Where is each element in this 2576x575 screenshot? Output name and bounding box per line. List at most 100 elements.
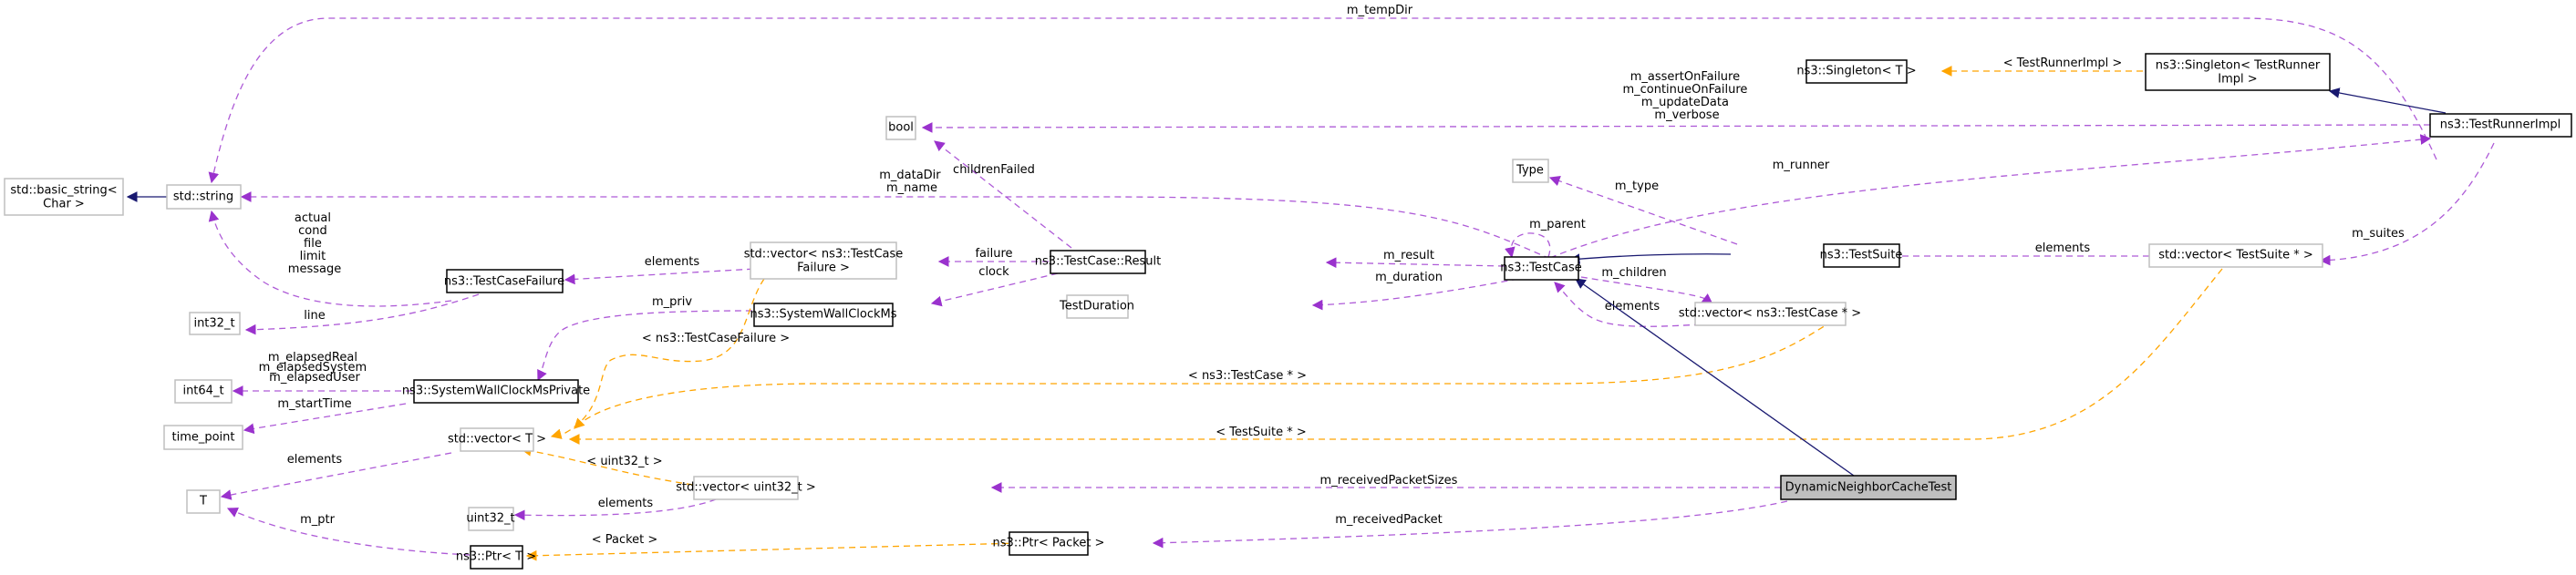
node-vector-test-case-ptr[interactable]: std::vector< ns3::TestCase * > [1679, 302, 1861, 326]
node-time-point[interactable]: time_point [163, 425, 243, 450]
node-label: ns3::TestCase::Result [1035, 255, 1161, 269]
node-vector-uint32-t[interactable]: std::vector< uint32_t > [676, 476, 816, 500]
edge-label-m-parent: m_parent [1529, 218, 1586, 231]
node-vector-T[interactable]: std::vector< T > [448, 427, 546, 452]
node-label: ns3::Singleton< T > [1796, 65, 1916, 78]
edge-label-m-type: m_type [1615, 180, 1659, 193]
edge-label-m-result: m_result [1383, 249, 1434, 262]
edge-m-tempdir [208, 17, 2437, 184]
node-basic-string[interactable]: std::basic_string< Char > [4, 178, 124, 216]
node-label-line-2: Failure > [797, 262, 850, 275]
edge-label-clock: clock [978, 265, 1009, 279]
node-vector-test-suite-ptr[interactable]: std::vector< TestSuite * > [2148, 243, 2323, 268]
edge-bool-members [921, 122, 2431, 133]
node-singleton-test-runner-impl[interactable]: ns3::Singleton< TestRunner Impl > [2145, 53, 2331, 91]
edge-m-runner [1549, 134, 2432, 259]
node-uint32-t[interactable]: uint32_t [466, 507, 515, 531]
label-line: message [288, 262, 341, 276]
edge-inherit-singleton [2328, 87, 2447, 114]
node-test-runner-impl[interactable]: ns3::TestRunnerImpl [2429, 113, 2572, 138]
edge-label-packet-template: < Packet > [592, 533, 658, 547]
edge-label-m-duration: m_duration [1375, 271, 1443, 284]
edge-label-elements-uint32: elements [598, 497, 654, 510]
node-ptr-T[interactable]: ns3::Ptr< T > [456, 545, 536, 570]
edge-label-uint32-template: < uint32_t > [586, 455, 662, 468]
collaboration-graph: m_tempDir m_assertOnFailure m_continueOn… [4, 4, 2572, 570]
edge-m-result [1325, 257, 1505, 269]
edge-label-m-tempdir: m_tempDir [1347, 4, 1413, 17]
node-test-case-failure[interactable]: ns3::TestCaseFailure [444, 269, 564, 293]
node-label: std::vector< uint32_t > [676, 481, 816, 495]
node-test-suite[interactable]: ns3::TestSuite [1820, 243, 1903, 268]
node-bool[interactable]: bool [885, 116, 916, 140]
node-test-duration[interactable]: TestDuration [1059, 294, 1134, 319]
edge-label-children-failed: childrenFailed [953, 163, 1035, 177]
edge-children-failed [934, 140, 1072, 249]
edge-m-ptr [226, 508, 471, 556]
node-label-line-2: Char > [43, 198, 85, 211]
node-label: bool [888, 121, 914, 135]
node-label: std::vector< ns3::TestCase * > [1679, 307, 1861, 321]
node-test-case-result[interactable]: ns3::TestCase::Result [1035, 250, 1161, 274]
node-label: ns3::Ptr< T > [456, 550, 536, 564]
edge-label-m-received-packet-sizes: m_receivedPacketSizes [1320, 474, 1458, 488]
node-T[interactable]: T [186, 489, 221, 514]
label-line: limit [300, 250, 326, 263]
edge-label-test-case-ptr-template: < ns3::TestCase * > [1188, 369, 1307, 383]
label-line: m_continueOnFailure [1622, 83, 1747, 97]
edge-label-bool-members: m_assertOnFailure m_continueOnFailure m_… [1622, 70, 1751, 122]
node-label: ns3::SystemWallClockMsPrivate [402, 385, 590, 398]
edge-label-m-received-packet: m_receivedPacket [1335, 513, 1442, 527]
edge-label-elements-T: elements [287, 453, 343, 467]
label-line: m_updateData [1641, 96, 1729, 109]
edge-label-elements-test-case: elements [1605, 300, 1660, 313]
edge-label-m-starttime: m_startTime [277, 397, 351, 411]
nodes: std::basic_string< Char > std::string in… [4, 53, 2572, 570]
node-label: int32_t [193, 317, 234, 331]
edge-label-elements-failure: elements [645, 255, 700, 269]
node-dynamic-neighbor-cache-test[interactable]: DynamicNeighborCacheTest [1780, 475, 1957, 500]
node-ptr-packet[interactable]: ns3::Ptr< Packet > [993, 531, 1105, 556]
node-label: TestDuration [1059, 300, 1134, 313]
node-label-line-1: ns3::Singleton< TestRunner [2156, 59, 2321, 73]
label-line: cond [298, 224, 327, 238]
edge-m-priv [537, 310, 753, 382]
node-label: std::vector< T > [448, 433, 546, 447]
node-type[interactable]: Type [1512, 159, 1549, 183]
edge-label-m-runner: m_runner [1773, 159, 1830, 172]
node-label-line-1: std::vector< ns3::TestCase [744, 248, 904, 262]
edge-label-failure-strings: actual cond file limit message [288, 211, 341, 276]
edge-label-elapsed: m_elapsedReal m_elapsedSystem m_elapsedU… [259, 351, 371, 385]
edge-label-line: line [304, 309, 325, 323]
node-label: ns3::Ptr< Packet > [993, 537, 1105, 550]
edge-label-m-ptr: m_ptr [300, 513, 336, 527]
node-label-line-2: Impl > [2218, 73, 2257, 87]
node-test-case[interactable]: ns3::TestCase [1500, 256, 1582, 281]
node-singleton-T[interactable]: ns3::Singleton< T > [1796, 59, 1917, 84]
edge-label-m-children: m_children [1601, 266, 1666, 280]
label-line: m_name [886, 181, 937, 195]
node-label: ns3::SystemWallClockMs [750, 308, 896, 322]
edge-template-test-suite-ptr [568, 268, 2223, 445]
label-line: m_elapsedUser [269, 371, 360, 385]
edge-line [244, 293, 480, 335]
edge-label-m-suites: m_suites [2352, 227, 2405, 241]
node-label: DynamicNeighborCacheTest [1785, 481, 1952, 495]
edge-label-test-runner-template: < TestRunnerImpl > [2003, 56, 2123, 70]
label-line: m_verbose [1654, 108, 1719, 122]
label-line: actual [295, 211, 331, 225]
node-label: time_point [171, 431, 234, 445]
node-system-wall-clock-ms[interactable]: ns3::SystemWallClockMs [750, 303, 897, 327]
node-int32-t[interactable]: int32_t [189, 312, 241, 335]
node-vector-test-case-failure[interactable]: std::vector< ns3::TestCase Failure > [744, 241, 904, 280]
edge-failure-strings [208, 210, 452, 307]
edge-label-test-case-failure-template: < ns3::TestCaseFailure > [642, 332, 790, 345]
node-std-string[interactable]: std::string [166, 184, 242, 210]
node-system-wall-clock-ms-private[interactable]: ns3::SystemWallClockMsPrivate [402, 379, 590, 404]
node-int64-t[interactable]: int64_t [174, 379, 233, 404]
edge-label-elements-test-suite: elements [2035, 241, 2091, 255]
node-label: T [199, 495, 207, 508]
edge-label-test-suite-ptr-template: < TestSuite * > [1216, 426, 1306, 439]
node-label: std::string [173, 190, 233, 204]
edge-inherit-test-suite [1568, 253, 1732, 264]
